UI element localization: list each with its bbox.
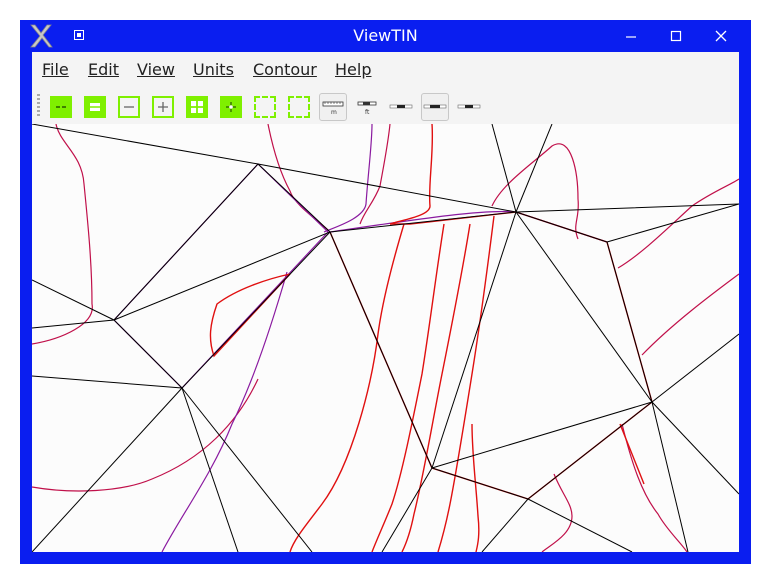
blank-icon [256, 98, 278, 120]
toolbar: m ft [32, 88, 739, 124]
menu-file-label: File [42, 60, 69, 79]
tin-edges [32, 124, 739, 552]
zoom-out-small-button[interactable] [50, 96, 72, 118]
menu-bar: File Edit View Units Contour Help [32, 52, 739, 88]
menu-view[interactable]: View [137, 60, 175, 79]
equals-button[interactable] [84, 96, 106, 118]
line-button-1[interactable] [388, 94, 414, 120]
menu-contour-label: Contour [253, 60, 317, 79]
crosshair-icon [226, 102, 236, 112]
line-icon [389, 104, 413, 109]
menu-file[interactable]: File [42, 60, 69, 79]
blank-button-2[interactable] [288, 96, 310, 118]
maximize-icon [670, 30, 682, 42]
title-bar[interactable]: ViewTIN [20, 20, 751, 52]
crosshair-button[interactable] [220, 96, 242, 118]
close-icon [715, 30, 727, 42]
toolbar-grip[interactable] [37, 94, 40, 118]
scale-meters-label: m [331, 109, 337, 116]
blank-button-1[interactable] [254, 96, 276, 118]
app-window: ViewTIN File Edit View Units Contour Hel… [20, 20, 751, 564]
menu-help[interactable]: Help [335, 60, 371, 79]
major-contours [209, 124, 653, 552]
zoom-out-small-icon [56, 106, 66, 108]
client-area: File Edit View Units Contour Help m ft [32, 52, 739, 552]
minus-button[interactable] [118, 96, 140, 118]
scale-meters-icon [322, 101, 344, 107]
line-button-2[interactable] [456, 94, 482, 120]
line-selected-icon [423, 104, 447, 109]
menu-units[interactable]: Units [193, 60, 234, 79]
plus-button[interactable] [152, 96, 174, 118]
minimize-icon [626, 36, 636, 38]
menu-view-label: View [137, 60, 175, 79]
purple-contours [113, 124, 608, 552]
menu-help-label: Help [335, 60, 372, 79]
menu-contour[interactable]: Contour [253, 60, 317, 79]
blank-icon [290, 98, 312, 120]
maximize-button[interactable] [664, 24, 688, 48]
equals-icon [90, 103, 100, 111]
menu-units-label: Units [193, 60, 234, 79]
plus-bold-icon [191, 101, 203, 113]
line-icon [457, 104, 481, 109]
scale-feet-icon [357, 101, 377, 106]
scale-feet-button[interactable] [354, 94, 380, 120]
line-selected-button[interactable] [421, 93, 449, 121]
plus-icon [158, 102, 168, 112]
close-button[interactable] [709, 24, 733, 48]
plus-bold-button[interactable] [186, 96, 208, 118]
minimize-button[interactable] [619, 24, 643, 48]
menu-edit-label: Edit [88, 60, 119, 79]
minus-icon [124, 106, 134, 108]
tin-canvas[interactable] [32, 124, 739, 552]
menu-edit[interactable]: Edit [88, 60, 119, 79]
scale-feet-label: ft [365, 109, 370, 116]
scale-meters-button[interactable] [319, 93, 347, 121]
